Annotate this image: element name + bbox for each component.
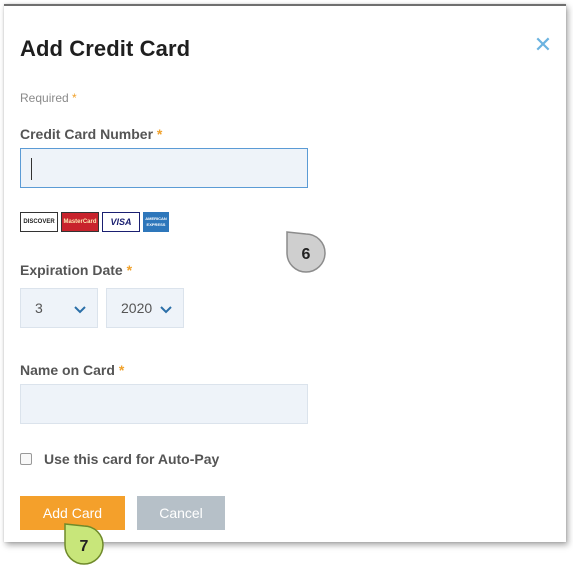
cancel-button[interactable]: Cancel bbox=[137, 496, 225, 530]
name-on-card-label-text: Name on Card bbox=[20, 362, 115, 378]
expiration-label-text: Expiration Date bbox=[20, 262, 123, 278]
step-6-callout: 6 bbox=[286, 231, 326, 273]
card-number-label-text: Credit Card Number bbox=[20, 126, 154, 142]
step-7-number: 7 bbox=[80, 538, 89, 555]
expiration-label: Expiration Date * bbox=[20, 262, 132, 278]
text-caret bbox=[31, 158, 32, 180]
expiration-year-value: 2020 bbox=[121, 300, 153, 316]
accepted-cards: DISCOVER MasterCard VISA AMERICAN EXPRES… bbox=[20, 212, 169, 232]
amex-card-icon: AMERICAN EXPRESS bbox=[143, 212, 169, 232]
modal-title: Add Credit Card bbox=[20, 36, 191, 61]
step-6-number: 6 bbox=[302, 246, 311, 263]
autopay-checkbox[interactable] bbox=[20, 453, 32, 465]
name-on-card-input[interactable] bbox=[20, 384, 308, 424]
required-star: * bbox=[156, 126, 163, 142]
visa-card-icon: VISA bbox=[102, 212, 140, 232]
chevron-down-icon bbox=[160, 306, 172, 314]
close-icon[interactable]: ✕ bbox=[532, 34, 554, 56]
required-star: * bbox=[118, 362, 125, 378]
visa-text: VISA bbox=[110, 217, 132, 227]
required-star: * bbox=[126, 262, 133, 278]
mastercard-text: MasterCard bbox=[63, 219, 97, 225]
expiration-year-select[interactable]: 2020 bbox=[106, 288, 184, 328]
required-note-text: Required bbox=[20, 91, 69, 105]
discover-text: DISCOVER bbox=[23, 219, 55, 225]
expiration-month-value: 3 bbox=[35, 300, 43, 316]
autopay-label: Use this card for Auto-Pay bbox=[44, 451, 220, 467]
required-note: Required * bbox=[20, 91, 77, 105]
mastercard-card-icon: MasterCard bbox=[61, 212, 99, 232]
discover-card-icon: DISCOVER bbox=[20, 212, 58, 232]
card-number-input[interactable] bbox=[20, 148, 308, 188]
required-star: * bbox=[72, 91, 77, 105]
step-7-callout: 7 bbox=[64, 523, 104, 565]
amex-text: AMERICAN EXPRESS bbox=[145, 216, 167, 227]
expiration-month-select[interactable]: 3 bbox=[20, 288, 98, 328]
name-on-card-label: Name on Card * bbox=[20, 362, 124, 378]
card-number-label: Credit Card Number * bbox=[20, 126, 162, 142]
chevron-down-icon bbox=[74, 306, 86, 314]
